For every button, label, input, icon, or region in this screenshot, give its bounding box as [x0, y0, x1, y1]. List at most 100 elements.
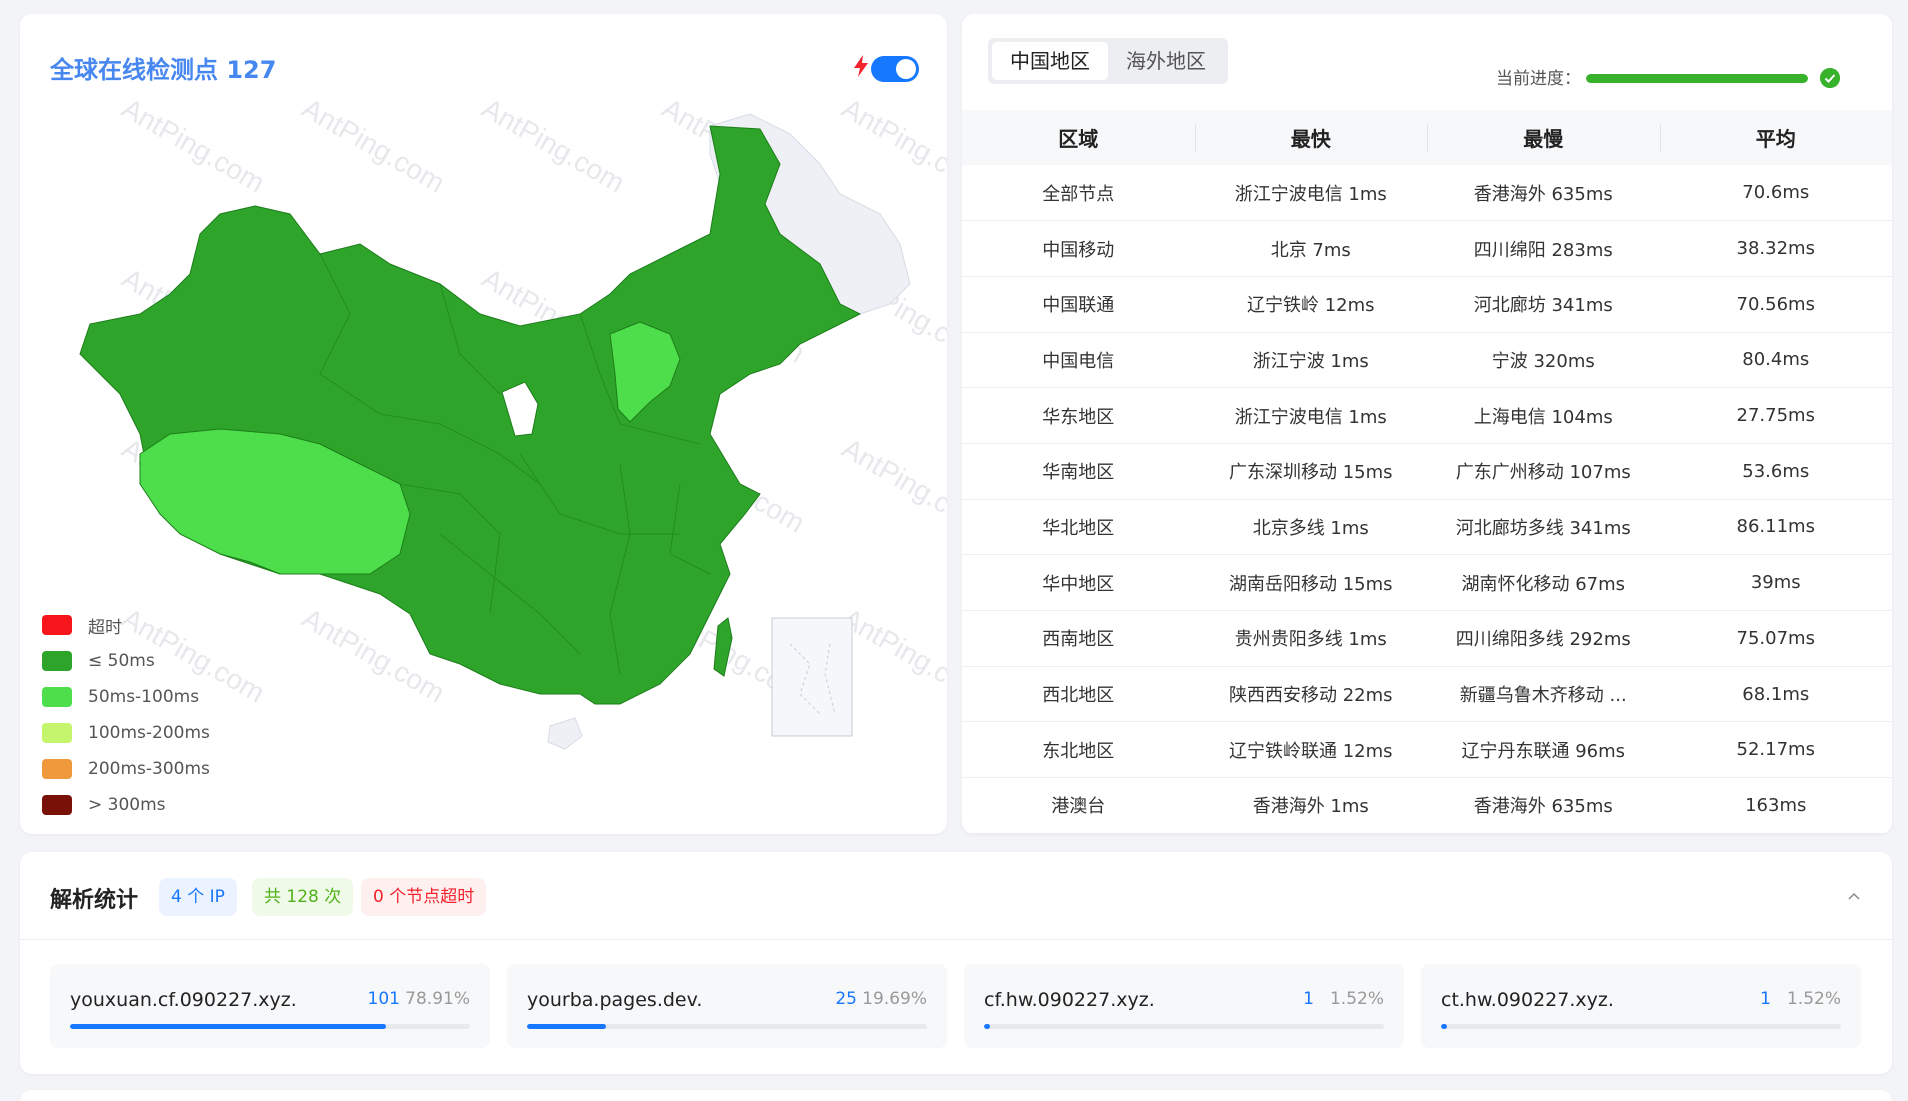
cell-average: 52.17ms — [1659, 721, 1892, 779]
host-percent: 1.52% — [1329, 989, 1384, 1009]
cell-fastest: 浙江宁波 1ms — [1194, 332, 1427, 389]
host-name: cf.hw.090227.xyz. — [984, 989, 1155, 1011]
watermark-text: AntPing.com — [477, 92, 630, 198]
legend-label: 50ms-100ms — [88, 687, 200, 707]
cell-average: 38.32ms — [1659, 220, 1892, 277]
cell-region: 西北地区 — [962, 666, 1195, 723]
host-bar — [984, 1024, 1384, 1029]
legend-label: > 300ms — [88, 795, 166, 815]
host-card[interactable]: ct.hw.090227.xyz. 1 1.52% — [1421, 964, 1861, 1048]
progress-fill — [1586, 74, 1808, 83]
toggle-knob — [896, 59, 916, 79]
chevron-up-icon[interactable] — [1846, 888, 1862, 904]
host-name: ct.hw.090227.xyz. — [1441, 989, 1614, 1011]
host-percent: 78.91% — [405, 989, 470, 1009]
host-count: 25 — [835, 989, 857, 1009]
table-row[interactable]: 中国联通 辽宁铁岭 12ms 河北廊坊 341ms 70.56ms — [962, 276, 1892, 333]
legend-label: ≤ 50ms — [88, 651, 155, 671]
total-count-badge: 共 128 次 — [252, 878, 354, 916]
region-hainan[interactable] — [547, 717, 583, 750]
table-row[interactable]: 东北地区 辽宁铁岭联通 12ms 辽宁丹东联通 96ms 52.17ms — [962, 721, 1892, 779]
cell-fastest: 香港海外 1ms — [1194, 777, 1427, 834]
legend-item[interactable]: 100ms-200ms — [42, 715, 210, 751]
host-count: 1 — [1303, 989, 1314, 1009]
cell-fastest: 北京 7ms — [1194, 220, 1427, 277]
cell-region: 东北地区 — [962, 721, 1195, 779]
stats-title: 解析统计 — [50, 888, 139, 913]
cell-region: 中国移动 — [962, 220, 1195, 277]
cell-fastest: 浙江宁波电信 1ms — [1194, 387, 1427, 444]
legend-item[interactable]: 200ms-300ms — [42, 751, 210, 787]
legend-swatch — [42, 759, 72, 779]
cell-average: 163ms — [1659, 777, 1892, 834]
table-row[interactable]: 华南地区 广东深圳移动 15ms 广东广州移动 107ms 53.6ms — [962, 443, 1892, 500]
progress-label: 当前进度： — [1496, 69, 1581, 89]
results-table-body: 全部节点 浙江宁波电信 1ms 香港海外 635ms 70.6ms 中国移动 北京 7ms… — [962, 165, 1892, 834]
tab-china[interactable]: 中国地区 — [992, 42, 1108, 80]
watermark-text: AntPing.com — [837, 92, 947, 198]
cell-fastest: 贵州贵阳多线 1ms — [1194, 610, 1427, 667]
legend-label: 200ms-300ms — [88, 759, 210, 779]
cell-fastest: 陕西西安移动 22ms — [1194, 666, 1427, 723]
legend-item[interactable]: ≤ 50ms — [42, 643, 210, 679]
cell-region: 西南地区 — [962, 610, 1195, 667]
south-sea-inset — [771, 617, 853, 737]
cell-average: 27.75ms — [1659, 387, 1892, 444]
next-card — [20, 1090, 1892, 1101]
host-card[interactable]: yourba.pages.dev. 25 19.69% — [507, 964, 947, 1048]
table-row[interactable]: 中国电信 浙江宁波 1ms 宁波 320ms 80.4ms — [962, 332, 1892, 389]
legend-label: 100ms-200ms — [88, 723, 210, 743]
region-tabs: 中国地区 海外地区 — [988, 38, 1228, 84]
legend-swatch — [42, 651, 72, 671]
host-card[interactable]: youxuan.cf.090227.xyz. 101 78.91% — [50, 964, 490, 1048]
table-row[interactable]: 华东地区 浙江宁波电信 1ms 上海电信 104ms 27.75ms — [962, 387, 1892, 444]
cell-slowest: 河北廊坊多线 341ms — [1427, 499, 1660, 556]
table-row[interactable]: 港澳台 香港海外 1ms 香港海外 635ms 163ms — [962, 777, 1892, 834]
legend-item[interactable]: 超时 — [42, 607, 210, 643]
table-row[interactable]: 华北地区 北京多线 1ms 河北廊坊多线 341ms 86.11ms — [962, 499, 1892, 556]
watermark-text: AntPing.com — [837, 432, 947, 538]
map-card: AntPing.com AntPing.com AntPing.com AntPing… — [20, 14, 947, 834]
cell-average: 80.4ms — [1659, 332, 1892, 389]
host-name: youxuan.cf.090227.xyz. — [70, 989, 297, 1011]
host-bar — [1441, 1024, 1841, 1029]
host-card[interactable]: cf.hw.090227.xyz. 1 1.52% — [964, 964, 1404, 1048]
legend-item[interactable]: > 300ms — [42, 787, 210, 823]
legend-swatch — [42, 795, 72, 815]
table-row[interactable]: 全部节点 浙江宁波电信 1ms 香港海外 635ms 70.6ms — [962, 165, 1892, 222]
table-row[interactable]: 西北地区 陕西西安移动 22ms 新疆乌鲁木齐移动 ... 68.1ms — [962, 666, 1892, 723]
cell-slowest: 上海电信 104ms — [1427, 387, 1660, 444]
table-row[interactable]: 华中地区 湖南岳阳移动 15ms 湖南怀化移动 67ms 39ms — [962, 554, 1892, 611]
cell-region: 中国联通 — [962, 276, 1195, 333]
page-title: 全球在线检测点 127 — [50, 56, 277, 84]
watermark-text: AntPing.com — [297, 92, 450, 198]
host-bar-fill — [527, 1024, 606, 1029]
table-header-row: 区域 最快 最慢 平均 — [962, 110, 1892, 165]
column-header-average: 平均 — [1659, 110, 1892, 165]
table-row[interactable]: 中国移动 北京 7ms 四川绵阳 283ms 38.32ms — [962, 220, 1892, 277]
stats-header[interactable]: 解析统计 4 个 IP 共 128 次 0 个节点超时 — [20, 852, 1892, 940]
watermark-text: AntPing.com — [837, 602, 947, 708]
cell-region: 华北地区 — [962, 499, 1195, 556]
legend-swatch — [42, 615, 72, 635]
host-count: 101 — [367, 989, 400, 1009]
cell-fastest: 湖南岳阳移动 15ms — [1194, 554, 1427, 611]
realtime-toggle[interactable] — [871, 56, 919, 82]
timeout-badge: 0 个节点超时 — [361, 878, 487, 916]
dns-stats-card: 解析统计 4 个 IP 共 128 次 0 个节点超时 youxuan.cf.0… — [20, 852, 1892, 1074]
cell-slowest: 香港海外 635ms — [1427, 165, 1660, 222]
host-bar-fill — [1441, 1024, 1448, 1029]
cell-fastest: 广东深圳移动 15ms — [1194, 443, 1427, 500]
cell-average: 39ms — [1659, 554, 1892, 611]
cell-slowest: 香港海外 635ms — [1427, 777, 1660, 834]
cell-slowest: 四川绵阳多线 292ms — [1427, 610, 1660, 667]
host-percent: 19.69% — [862, 989, 927, 1009]
cell-region: 港澳台 — [962, 777, 1195, 834]
cell-slowest: 河北廊坊 341ms — [1427, 276, 1660, 333]
tab-overseas[interactable]: 海外地区 — [1108, 42, 1224, 80]
host-bar — [527, 1024, 927, 1029]
host-name: yourba.pages.dev. — [527, 989, 703, 1011]
table-row[interactable]: 西南地区 贵州贵阳多线 1ms 四川绵阳多线 292ms 75.07ms — [962, 610, 1892, 667]
column-header-region: 区域 — [962, 110, 1195, 165]
legend-item[interactable]: 50ms-100ms — [42, 679, 210, 715]
